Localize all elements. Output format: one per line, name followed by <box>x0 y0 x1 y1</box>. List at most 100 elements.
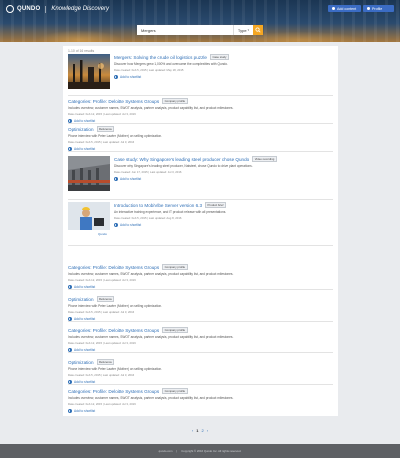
result-dates: Date created: Feb 5, 2015 | Last updated… <box>114 68 184 72</box>
svg-text:Qundo: Qundo <box>98 232 107 236</box>
search-icon <box>255 27 261 33</box>
result-title[interactable]: Optimization Reference <box>68 359 333 365</box>
footer-copyright: Copyright © 2016 Qundo Inc. All rights r… <box>181 449 242 453</box>
results-panel: 1-10 of 16 results Mergers: Solving the … <box>63 46 338 416</box>
result-dates: Date created: Feb 12, 2015 | Last update… <box>68 278 136 282</box>
content-type-badge: Reference <box>96 359 115 365</box>
add-to-shortlist-link[interactable]: Add to shortlist <box>114 222 333 227</box>
plus-circle-icon <box>68 408 72 413</box>
result-description: Includes overview, customer names, SWOT … <box>68 272 234 276</box>
profile-label: Profile <box>372 6 383 11</box>
footer: qundo.com | Copyright © 2016 Qundo Inc. … <box>0 444 400 458</box>
pagination: ‹ 1 2 › <box>0 428 400 433</box>
type-select[interactable]: Type ▾ <box>233 25 253 35</box>
thumbnail-engineer[interactable]: Qundo <box>68 202 110 237</box>
result-title-text: Introduction to MobiVibe Server version … <box>114 202 203 208</box>
result-description: An interactive training experience, and … <box>114 210 227 214</box>
add-to-shortlist-label: Add to shortlist <box>74 146 96 151</box>
result-title[interactable]: Categories: Profile: Deloitte Systems Gr… <box>68 264 333 270</box>
result-dates: Date created: Feb 5, 2015 | Last updated… <box>114 216 182 220</box>
pagination-page-2[interactable]: 2 <box>202 428 204 433</box>
result-title[interactable]: Mergers: Solving the crude oil logistics… <box>114 54 333 60</box>
result-item: Categories: Profile: Deloitte Systems Gr… <box>68 327 333 353</box>
search-bar: Type ▾ <box>137 25 263 35</box>
result-item: Optimization Reference Phone interview w… <box>68 296 333 322</box>
result-description: Phone interview with Peter Lawler (Mothe… <box>68 304 163 308</box>
logo-icon <box>6 5 14 13</box>
content-type-badge: Company profile <box>162 388 188 394</box>
result-description: Includes overview, customer names, SWOT … <box>68 335 234 339</box>
add-to-shortlist-link[interactable]: Add to shortlist <box>68 347 333 352</box>
add-to-shortlist-label: Add to shortlist <box>74 408 96 413</box>
result-count: 1-10 of 16 results <box>68 49 95 53</box>
result-description: Discover why Singapore's leading steel p… <box>114 164 253 168</box>
result-item: Categories: Profile: Deloitte Systems Gr… <box>68 388 333 414</box>
result-title-text: Optimization <box>68 126 94 132</box>
result-title-text: Categories: Profile: Deloitte Systems Gr… <box>68 98 160 104</box>
content-type-badge: Video recording <box>252 156 277 162</box>
result-title[interactable]: Optimization Reference <box>68 126 333 132</box>
add-to-shortlist-link[interactable]: Add to shortlist <box>114 176 333 181</box>
add-to-shortlist-link[interactable]: Add to shortlist <box>68 146 333 151</box>
footer-separator: | <box>176 449 178 453</box>
content-type-badge: Reference <box>96 126 115 132</box>
add-to-shortlist-link[interactable]: Add to shortlist <box>68 408 333 413</box>
result-title-text: Optimization <box>68 359 94 365</box>
brand[interactable]: QUNDO Knowledge Discovery <box>6 5 109 13</box>
content-type-badge: Case study <box>209 54 229 60</box>
result-title[interactable]: Introduction to MobiVibe Server version … <box>114 202 333 208</box>
add-to-shortlist-label: Add to shortlist <box>120 222 142 227</box>
divider <box>68 245 333 246</box>
plus-icon <box>332 7 335 10</box>
add-to-shortlist-label: Add to shortlist <box>120 74 142 79</box>
add-to-shortlist-label: Add to shortlist <box>74 316 96 321</box>
footer-site-link[interactable]: qundo.com <box>159 449 173 453</box>
user-icon <box>367 7 370 10</box>
result-title-text: Case study: Why Singapore's leading stee… <box>114 156 250 162</box>
brand-divider <box>45 5 47 13</box>
search-input[interactable] <box>137 25 233 35</box>
add-content-label: Add content <box>337 6 357 11</box>
profile-button[interactable]: Profile <box>363 5 394 12</box>
plus-circle-icon <box>68 146 72 151</box>
divider <box>68 95 333 96</box>
result-title[interactable]: Categories: Profile: Deloitte Systems Gr… <box>68 98 333 104</box>
content-type-badge: Company profile <box>162 327 188 333</box>
add-to-shortlist-link[interactable]: Add to shortlist <box>114 74 333 79</box>
result-title[interactable]: Optimization Reference <box>68 296 333 302</box>
app-title: Knowledge Discovery <box>51 6 110 12</box>
add-to-shortlist-link[interactable]: Add to shortlist <box>68 118 333 123</box>
logo-text: QUNDO <box>17 6 41 12</box>
pagination-prev[interactable]: ‹ <box>192 428 193 433</box>
result-description: Discover how Mergers grew 1,000% and ove… <box>114 62 228 66</box>
add-to-shortlist-label: Add to shortlist <box>74 347 96 352</box>
result-item: Optimization Reference Phone interview w… <box>68 359 333 385</box>
result-title[interactable]: Categories: Profile: Deloitte Systems Gr… <box>68 388 333 394</box>
plus-circle-icon <box>114 74 118 79</box>
result-dates: Date created: Feb 12, 2015 | Last update… <box>68 341 136 345</box>
result-description: Includes overview, customer names, SWOT … <box>68 396 234 400</box>
content-type-badge: Product brief <box>205 202 226 208</box>
add-to-shortlist-link[interactable]: Add to shortlist <box>68 379 333 384</box>
add-content-button[interactable]: Add content <box>328 5 361 12</box>
plus-circle-icon <box>68 284 72 289</box>
result-title[interactable]: Case study: Why Singapore's leading stee… <box>114 156 333 162</box>
result-item: Optimization Reference Phone interview w… <box>68 126 333 152</box>
result-dates: Date created: Feb 12, 2015 | Last update… <box>68 402 136 406</box>
search-button[interactable] <box>253 25 263 35</box>
thumbnail-oil-refinery[interactable] <box>68 54 110 89</box>
add-to-shortlist-link[interactable]: Add to shortlist <box>68 284 333 289</box>
thumbnail-steel-plant[interactable] <box>68 156 110 191</box>
result-item: Categories: Profile: Deloitte Systems Gr… <box>68 98 333 124</box>
add-to-shortlist-label: Add to shortlist <box>74 284 96 289</box>
chevron-down-icon: ▾ <box>247 28 250 32</box>
result-item: Case study: Why Singapore's leading stee… <box>68 156 333 200</box>
result-title[interactable]: Categories: Profile: Deloitte Systems Gr… <box>68 327 333 333</box>
pagination-next[interactable]: › <box>207 428 208 433</box>
add-to-shortlist-link[interactable]: Add to shortlist <box>68 316 333 321</box>
divider <box>68 199 333 200</box>
plus-circle-icon <box>68 316 72 321</box>
divider <box>68 321 333 322</box>
pagination-page-1[interactable]: 1 <box>196 428 198 433</box>
result-description: Phone interview with Peter Lawler (Mothe… <box>68 134 163 138</box>
